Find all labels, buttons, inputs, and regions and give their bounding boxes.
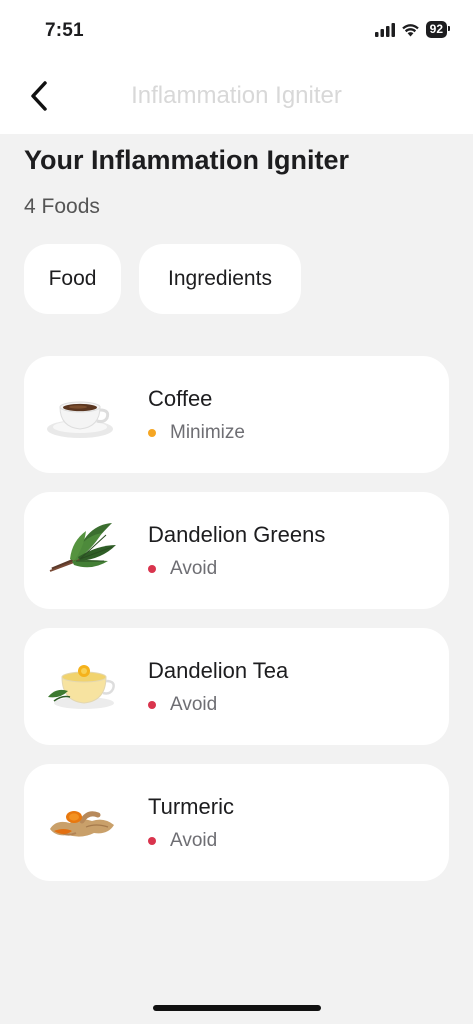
status-dot-avoid xyxy=(148,837,156,845)
food-name: Turmeric xyxy=(148,794,234,819)
food-count: 4 Foods xyxy=(24,195,100,218)
status-label: Avoid xyxy=(170,558,218,579)
food-name: Dandelion Greens xyxy=(148,522,326,547)
food-status: Avoid xyxy=(148,830,217,852)
tab-food[interactable]: Food xyxy=(24,244,121,314)
food-card-dandelion-greens[interactable]: Dandelion Greens Avoid xyxy=(24,492,449,609)
status-label: Minimize xyxy=(170,422,245,443)
battery-indicator: 92 xyxy=(425,21,451,38)
tea-cup-icon xyxy=(48,665,115,709)
filter-tabs: Food Ingredients xyxy=(24,244,301,314)
food-card-coffee[interactable]: Coffee Minimize xyxy=(24,356,449,473)
wifi-icon xyxy=(401,23,419,36)
tab-ingredients[interactable]: Ingredients xyxy=(139,244,301,314)
turmeric-root-icon xyxy=(50,811,114,837)
food-card-turmeric[interactable]: Turmeric Avoid xyxy=(24,764,449,881)
status-bar: 7:51 92 xyxy=(0,0,473,60)
navigation-bar: Inflammation Igniter xyxy=(0,60,473,134)
dandelion-greens-icon xyxy=(49,523,116,572)
food-status: Minimize xyxy=(148,422,245,444)
home-indicator[interactable] xyxy=(153,1005,321,1011)
status-time: 7:51 xyxy=(45,20,84,41)
status-label: Avoid xyxy=(170,694,218,715)
status-icons: 92 xyxy=(374,21,451,38)
food-name: Coffee xyxy=(148,386,213,411)
food-card-dandelion-tea[interactable]: Dandelion Tea Avoid xyxy=(24,628,449,745)
coffee-cup-icon xyxy=(47,401,113,438)
status-label: Avoid xyxy=(170,830,218,851)
nav-title: Inflammation Igniter xyxy=(131,82,342,109)
page-title: Your Inflammation Igniter xyxy=(24,145,350,175)
food-name: Dandelion Tea xyxy=(148,658,289,683)
status-dot-avoid xyxy=(148,701,156,709)
food-list: Coffee Minimize Dandelion Greens Avoid D… xyxy=(24,356,449,900)
status-dot-minimize xyxy=(148,429,156,437)
food-status: Avoid xyxy=(148,694,217,716)
food-status: Avoid xyxy=(148,558,217,580)
signal-icon xyxy=(374,22,395,37)
status-dot-avoid xyxy=(148,565,156,573)
